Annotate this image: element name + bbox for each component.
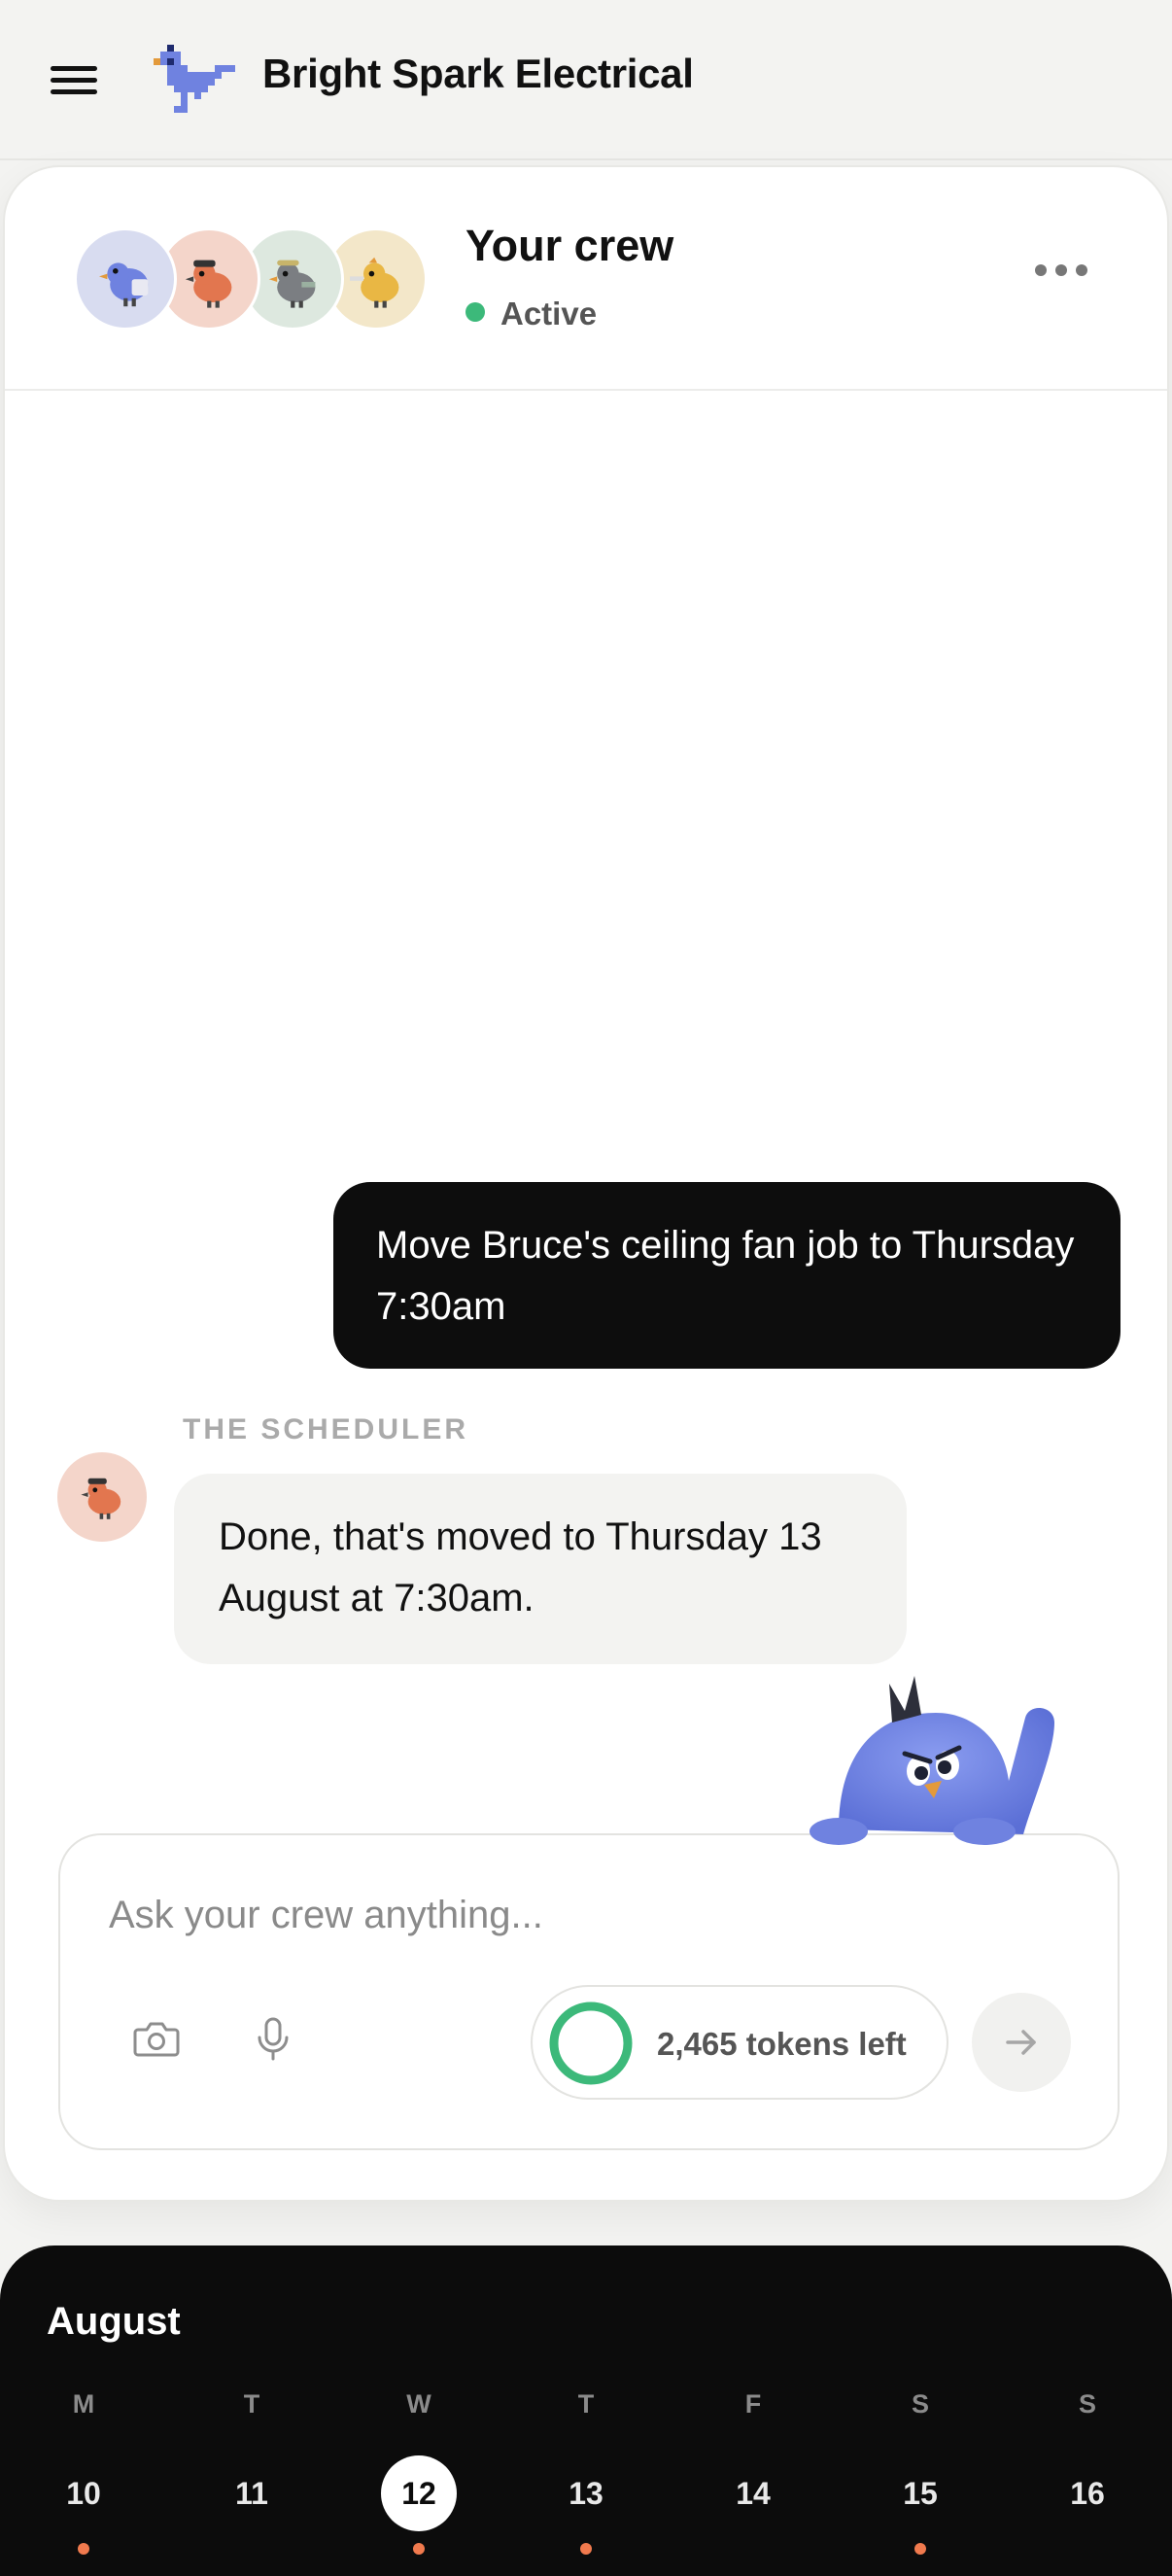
message-composer: 2,465 tokens left xyxy=(58,1833,1120,2150)
day-of-week: T xyxy=(577,2389,595,2419)
more-dots-icon[interactable] xyxy=(1035,264,1089,280)
camera-icon[interactable] xyxy=(124,2006,189,2071)
chat-card: Your crew Active Move Bruce's ceiling fa… xyxy=(3,165,1169,2202)
day-date[interactable]: 16 xyxy=(1050,2455,1125,2531)
crew-title: Your crew xyxy=(465,221,674,270)
day-of-week: S xyxy=(911,2389,929,2419)
app-title: Bright Spark Electrical xyxy=(262,51,694,96)
day-date[interactable]: 14 xyxy=(715,2455,791,2531)
yellow-bird-avatar-icon xyxy=(350,257,399,308)
orange-bird-avatar-icon xyxy=(81,1478,121,1519)
crew-status-label: Active xyxy=(500,296,598,331)
assistant-sender-label: THE SCHEDULER xyxy=(183,1413,469,1445)
blue-bird-mascot-icon xyxy=(810,1676,1054,1845)
calendar-strip: August M 10 T 11 W 12 T 13 F 14 S 15 S 1… xyxy=(0,2245,1172,2576)
user-message-bubble: Move Bruce's ceiling fan job to Thursday… xyxy=(333,1182,1120,1369)
event-dot-icon xyxy=(78,2543,89,2555)
crew-avatar-blue[interactable] xyxy=(74,227,177,331)
event-dot-icon xyxy=(580,2543,592,2555)
blue-bird-avatar-icon xyxy=(99,262,149,307)
day-of-week: M xyxy=(72,2389,95,2419)
tokens-left-label: 2,465 tokens left xyxy=(657,2026,907,2062)
day-date[interactable]: 13 xyxy=(548,2455,624,2531)
token-ring-icon xyxy=(549,2002,633,2085)
pixel-bird-logo-icon xyxy=(154,45,235,113)
day-of-week: T xyxy=(243,2389,260,2419)
arrow-right-icon xyxy=(1006,2030,1036,2055)
top-bar: Bright Spark Electrical xyxy=(0,0,1172,160)
orange-bird-avatar-icon xyxy=(185,260,232,308)
day-of-week: F xyxy=(744,2389,762,2419)
day-date[interactable]: 11 xyxy=(214,2455,290,2531)
crew-header: Your crew Active xyxy=(5,167,1167,391)
day-of-week: S xyxy=(1078,2389,1096,2419)
day-date[interactable]: 10 xyxy=(46,2455,121,2531)
send-button[interactable] xyxy=(972,1993,1071,2092)
tokens-indicator[interactable]: 2,465 tokens left xyxy=(531,1985,948,2100)
assistant-message-bubble: Done, that's moved to Thursday 13 August… xyxy=(174,1474,907,1664)
day-date[interactable]: 15 xyxy=(882,2455,958,2531)
crew-status: Active xyxy=(465,296,597,332)
grey-bird-avatar-icon xyxy=(268,260,316,308)
scheduler-avatar xyxy=(57,1452,147,1542)
status-dot-icon xyxy=(465,302,485,322)
hamburger-menu-icon[interactable] xyxy=(51,62,97,97)
calendar-month: August xyxy=(47,2300,181,2343)
day-of-week: W xyxy=(406,2389,431,2419)
message-input[interactable] xyxy=(109,1886,1061,1944)
event-dot-icon xyxy=(914,2543,926,2555)
event-dot-icon xyxy=(413,2543,425,2555)
day-date-selected[interactable]: 12 xyxy=(381,2455,457,2531)
microphone-icon[interactable] xyxy=(241,2006,305,2071)
